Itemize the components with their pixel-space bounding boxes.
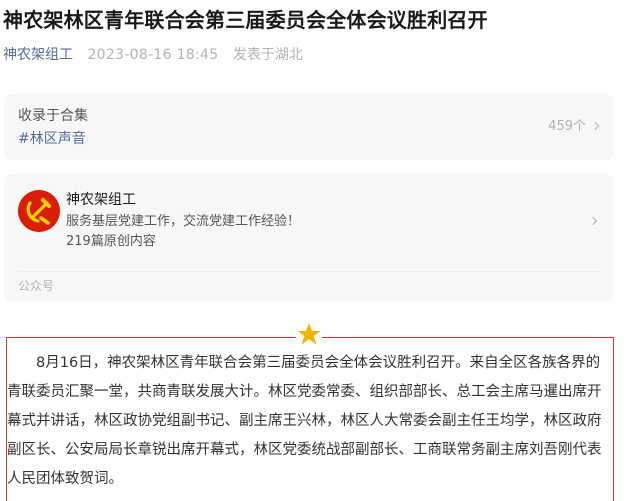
chevron-right-icon[interactable]	[588, 216, 598, 226]
article-meta: 神农架组工 2023-08-16 18:45 发表于湖北	[3, 45, 303, 65]
publish-location: 发表于湖北	[232, 47, 303, 63]
chevron-right-icon	[590, 121, 600, 131]
account-profile-card[interactable]: 神农架组工 服务基层党建工作，交流党建工作经验！ 219篇原创内容 公众号	[4, 174, 614, 302]
account-type: 公众号	[18, 279, 55, 293]
article-page: 神农架林区青年联合会第三届委员会全体会议胜利召开 神农架组工 2023-08-1…	[0, 0, 626, 501]
collection-card[interactable]: 收录于合集 #林区声音 459个	[4, 94, 614, 160]
collection-count[interactable]: 459个	[548, 118, 600, 136]
collection-label: 收录于合集	[18, 108, 88, 124]
publish-date: 2023-08-16 18:45	[87, 47, 219, 63]
collection-count-text: 459个	[548, 119, 586, 134]
article-title: 神农架林区青年联合会第三届委员会全体会议胜利召开	[3, 8, 488, 32]
star-icon	[296, 322, 322, 350]
party-emblem-icon[interactable]	[18, 190, 60, 232]
profile-name: 神农架组工	[66, 192, 136, 208]
collection-tag[interactable]: #林区声音	[18, 130, 86, 148]
account-link[interactable]: 神农架组工	[3, 47, 73, 63]
card-divider	[18, 271, 600, 272]
profile-description: 服务基层党建工作，交流党建工作经验！	[66, 214, 301, 229]
profile-stats: 219篇原创内容	[66, 234, 156, 249]
article-body-paragraph: 8月16日，神农架林区青年联合会第三届委员会全体会议胜利召开。来自全区各族各界的…	[7, 355, 602, 487]
